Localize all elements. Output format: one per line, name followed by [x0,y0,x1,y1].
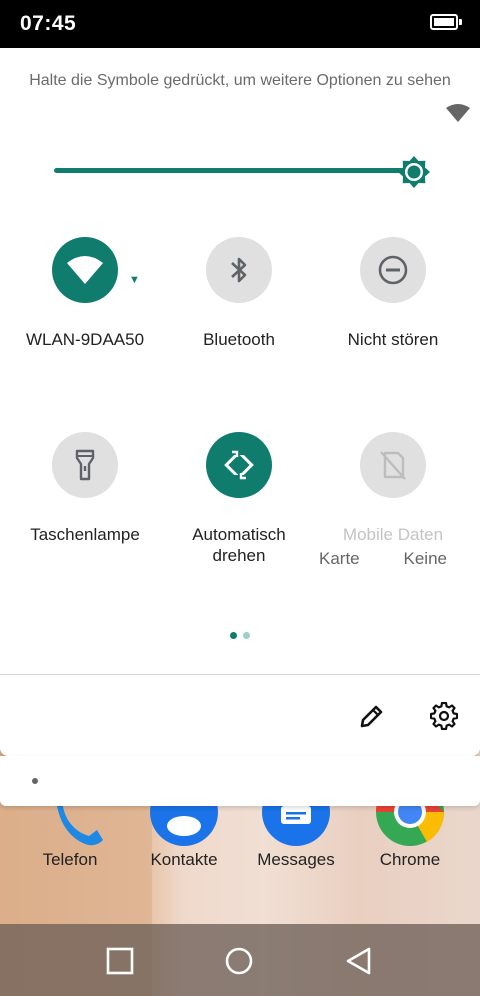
dock-app-kontakte[interactable]: Kontakte [134,806,234,870]
page-dot-active [230,632,237,639]
divider [0,674,480,675]
tile-label: Bluetooth [203,330,275,349]
dock-label: Messages [257,850,335,869]
sim-status-left: Karte [319,549,360,568]
tile-label: Taschenlampe [30,525,140,544]
status-bar: 07:45 [0,0,480,48]
tile-flashlight[interactable]: Taschenlampe [5,432,165,545]
wifi-icon [67,256,103,284]
contacts-icon [149,806,219,846]
messages-icon [261,806,331,846]
dnd-toggle[interactable] [360,237,426,303]
tile-label-line2: drehen [212,546,266,565]
bluetooth-toggle[interactable] [206,237,272,303]
brightness-slider[interactable] [54,156,430,188]
tile-label: Nicht stören [347,330,439,349]
battery-icon [430,14,462,30]
dock-label: Chrome [379,850,441,869]
wifi-toggle[interactable] [52,237,118,303]
tile-mobile-data[interactable]: Mobile Daten Karte Keine [313,432,473,569]
flashlight-toggle[interactable] [52,432,118,498]
wifi-signal-icon [446,104,470,122]
tile-wifi[interactable]: ▼ WLAN-9DAA50 [5,237,165,350]
tile-label: Mobile Daten [342,525,444,544]
page-indicator [0,626,480,644]
page-dot [243,632,250,639]
edit-icon[interactable] [358,702,386,730]
dock-app-chrome[interactable]: Chrome [360,806,460,870]
do-not-disturb-icon [378,255,408,285]
notification-dot-icon [32,778,38,784]
brightness-icon[interactable] [398,156,430,188]
brightness-track [54,168,416,173]
dock-app-telefon[interactable]: Telefon [20,806,120,870]
dock-label: Telefon [42,850,98,869]
tile-do-not-disturb[interactable]: Nicht stören [313,237,473,350]
wifi-expand-caret-icon[interactable]: ▼ [129,274,140,286]
recents-square-icon[interactable] [105,946,135,976]
tile-label: Automatisch drehen [159,524,319,566]
mobile-data-toggle[interactable] [360,432,426,498]
bluetooth-icon [231,257,247,283]
dock-label: Kontakte [150,850,218,869]
dock-app-messages[interactable]: Messages [246,806,346,870]
chrome-icon [375,806,445,846]
tile-bluetooth[interactable]: Bluetooth [159,237,319,350]
tile-label: WLAN-9DAA50 [25,330,145,349]
sim-status-right: Keine [403,549,447,568]
back-triangle-icon[interactable] [344,946,374,976]
mobile-data-off-icon [380,451,406,480]
phone-icon [35,806,105,846]
quick-settings-panel: Halte die Symbole gedrückt, um weitere O… [0,48,480,756]
settings-gear-icon[interactable] [430,702,458,730]
auto-rotate-icon [224,449,254,481]
flashlight-icon [75,449,95,481]
home-circle-icon[interactable] [224,946,254,976]
clock: 07:45 [20,12,77,35]
notification-shade-peek[interactable] [0,756,480,806]
sim-status: Karte Keine [313,549,473,569]
tile-auto-rotate[interactable]: Automatisch drehen [159,432,319,566]
long-press-hint: Halte die Symbole gedrückt, um weitere O… [29,72,451,89]
navigation-bar [0,924,480,996]
tile-label-line1: Automatisch [192,525,286,544]
auto-rotate-toggle[interactable] [206,432,272,498]
